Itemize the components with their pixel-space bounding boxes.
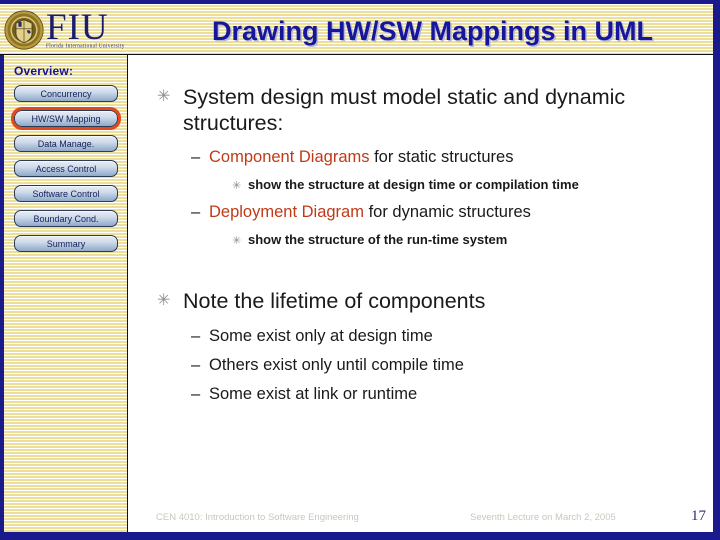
sidebar-item-data-manage[interactable]: Data Manage.	[14, 135, 118, 152]
subbullet-text: Some exist only at design time	[209, 327, 433, 345]
sidebar-item-label: Data Manage.	[37, 138, 95, 149]
subbullet-text: Deployment Diagram for dynamic structure…	[209, 200, 531, 224]
subbullet-link-or-runtime: – Some exist at link or runtime	[191, 382, 691, 406]
sidebar-item-boundary-cond[interactable]: Boundary Cond.	[14, 210, 118, 227]
dash-marker-icon: –	[191, 385, 201, 403]
subsubbullet-run-time: ✳ show the structure of the run-time sys…	[232, 230, 702, 251]
footer-course-name: CEN 4010: Introduction to Software Engin…	[156, 512, 359, 523]
slide-canvas: FIU Florida International University Dra…	[0, 0, 720, 540]
subbullet-text: Others exist only until compile time	[209, 356, 464, 374]
subbullet-rest: for dynamic structures	[363, 203, 531, 221]
subsubbullet-design-time: ✳ show the structure at design time or c…	[232, 175, 702, 196]
bullet-marker-icon: ✳	[157, 292, 171, 309]
subbullet-rest: for static structures	[369, 148, 514, 166]
fiu-wordmark-text: FIU	[46, 7, 109, 49]
subsubbullet-text: show the structure of the run-time syste…	[248, 232, 508, 247]
bullet-system-design: ✳ System design must model static and dy…	[157, 84, 685, 136]
bullet-marker-icon: ✳	[157, 88, 171, 105]
highlight-deployment-diagram: Deployment Diagram	[209, 203, 364, 221]
sidebar-item-concurrency[interactable]: Concurrency	[14, 85, 118, 102]
subbullet-deployment-diagram: – Deployment Diagram for dynamic structu…	[191, 200, 691, 224]
subbullet-compile-time-only: – Others exist only until compile time	[191, 353, 691, 377]
footer-lecture-info: Seventh Lecture on March 2, 2005	[470, 512, 616, 523]
fiu-wordmark: FIU Florida International University	[46, 9, 125, 49]
dash-marker-icon: –	[191, 356, 201, 374]
subbullet-text: Some exist at link or runtime	[209, 385, 418, 403]
highlight-component-diagrams: Component Diagrams	[209, 148, 370, 166]
fiu-logo: FIU Florida International University	[0, 4, 152, 55]
bullet-marker-icon: ✳	[232, 235, 242, 247]
overview-sidebar: Overview: Concurrency HW/SW Mapping Data…	[0, 55, 128, 532]
slide-footer: CEN 4010: Introduction to Software Engin…	[129, 508, 713, 530]
slide-body: ✳ System design must model static and dy…	[129, 56, 713, 532]
bullet-marker-icon: ✳	[232, 180, 242, 192]
subbullet-text: Component Diagrams for static structures	[209, 145, 513, 169]
sidebar-item-hw-sw-mapping[interactable]: HW/SW Mapping	[11, 107, 121, 130]
dash-marker-icon: –	[191, 203, 201, 221]
sidebar-item-label: Concurrency	[40, 88, 92, 99]
bullet-text: Note the lifetime of components	[183, 289, 486, 313]
dash-marker-icon: –	[191, 148, 201, 166]
sidebar-item-label: HW/SW Mapping	[31, 113, 101, 124]
slide-page-number: 17	[691, 508, 706, 524]
sidebar-item-label: Boundary Cond.	[33, 213, 99, 224]
slide-title: Drawing HW/SW Mappings in UML	[212, 16, 653, 46]
sidebar-item-access-control[interactable]: Access Control	[14, 160, 118, 177]
sidebar-item-summary[interactable]: Summary	[14, 235, 118, 252]
subbullet-component-diagrams: – Component Diagrams for static structur…	[191, 145, 691, 169]
sidebar-item-label: Software Control	[32, 188, 100, 199]
subsubbullet-text: show the structure at design time or com…	[248, 177, 579, 192]
bullet-component-lifetime: ✳ Note the lifetime of components	[157, 288, 685, 314]
subbullet-design-time-only: – Some exist only at design time	[191, 324, 691, 348]
sidebar-heading: Overview:	[14, 64, 74, 78]
fiu-seal-icon	[4, 9, 44, 50]
sidebar-item-software-control[interactable]: Software Control	[14, 185, 118, 202]
fiu-wordmark-subtitle: Florida International University	[46, 43, 125, 51]
sidebar-item-label: Access Control	[35, 163, 97, 174]
slide-header: FIU Florida International University Dra…	[0, 0, 713, 55]
dash-marker-icon: –	[191, 327, 201, 345]
bullet-text: System design must model static and dyna…	[183, 85, 626, 135]
sidebar-item-label: Summary	[46, 238, 86, 249]
